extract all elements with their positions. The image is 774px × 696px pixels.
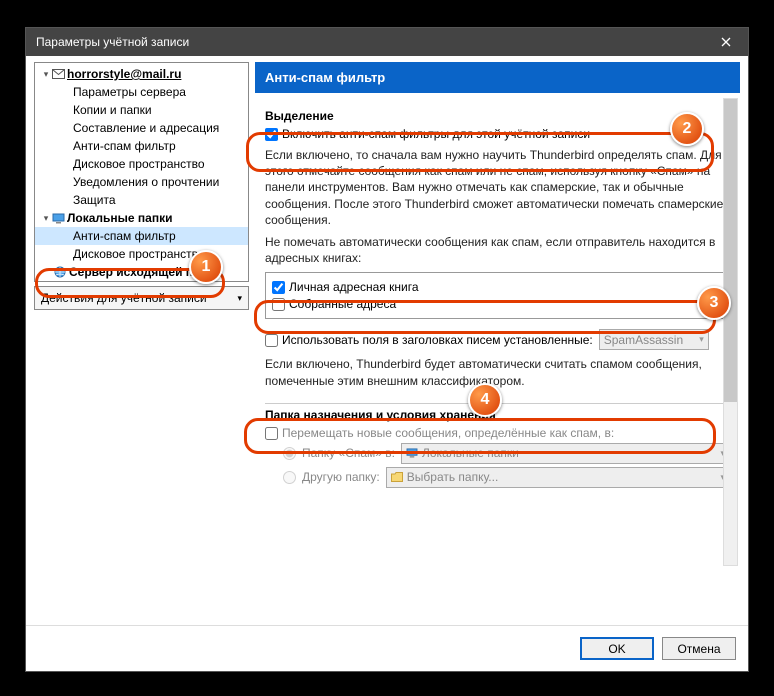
- dialog-footer: OK Отмена: [26, 625, 748, 671]
- scrollbar-thumb[interactable]: [724, 99, 737, 402]
- tree-label: Сервер исходящей поч...: [69, 265, 217, 279]
- chevron-down-icon: ▾: [41, 213, 51, 224]
- tree-label: Локальные папки: [67, 211, 173, 225]
- tree-item-junk-1[interactable]: Анти-спам фильтр: [35, 137, 248, 155]
- move-junk-row[interactable]: Перемещать новые сообщения, определённые…: [265, 426, 730, 440]
- ab-collected-label: Собранные адреса: [289, 297, 396, 311]
- ab-personal-label: Личная адресная книга: [289, 280, 419, 294]
- tree-item-copies[interactable]: Копии и папки: [35, 101, 248, 119]
- tree-item-security[interactable]: Защита: [35, 191, 248, 209]
- cancel-button[interactable]: Отмена: [662, 637, 736, 660]
- move-junk-checkbox[interactable]: [265, 427, 278, 440]
- header-fields-description: Если включено, Thunderbird будет автомат…: [265, 356, 730, 388]
- panel-header: Анти-спам фильтр: [255, 62, 740, 93]
- enable-junk-checkbox-row[interactable]: Включить анти-спам фильтры для этой учёт…: [265, 127, 730, 141]
- account-actions-button[interactable]: Действия для учётной записи ▾: [34, 286, 249, 310]
- main-panel: Анти-спам фильтр Выделение Включить анти…: [255, 62, 740, 616]
- account-actions-label: Действия для учётной записи: [41, 291, 207, 305]
- header-fields-checkbox[interactable]: [265, 334, 278, 347]
- chevron-down-icon: ▾: [41, 69, 51, 80]
- tree-item-disk-1[interactable]: Дисковое пространство: [35, 155, 248, 173]
- header-fields-label: Использовать поля в заголовках писем уст…: [282, 333, 593, 347]
- move-spam-account-select[interactable]: Локальные папки ▾: [401, 443, 730, 464]
- window-title: Параметры учётной записи: [36, 35, 189, 49]
- tree-item-server-settings[interactable]: Параметры сервера: [35, 83, 248, 101]
- close-icon: [721, 37, 731, 47]
- move-spam-label: Папку «Спам» в:: [302, 446, 395, 460]
- move-other-folder-select[interactable]: Выбрать папку... ▾: [386, 467, 730, 488]
- section-destination-title: Папка назначения и условия хранения: [265, 403, 730, 422]
- envelope-icon: [51, 69, 65, 79]
- enable-junk-label: Включить анти-спам фильтры для этой учёт…: [282, 127, 590, 141]
- addressbook-description: Не помечать автоматически сообщения как …: [265, 234, 730, 266]
- content-area: ▾ horrorstyle@mail.ru Параметры сервера …: [26, 56, 748, 616]
- vertical-scrollbar[interactable]: [723, 98, 738, 566]
- chevron-down-icon: ▾: [699, 334, 704, 345]
- tree-item-disk-2[interactable]: Дисковое пространство: [35, 245, 248, 263]
- tree-account-mail[interactable]: ▾ horrorstyle@mail.ru: [35, 65, 248, 83]
- move-other-radio[interactable]: [283, 471, 296, 484]
- computer-icon: [51, 213, 65, 224]
- tree-item-junk-2[interactable]: Анти-спам фильтр: [35, 227, 248, 245]
- move-to-other-folder-row: Другую папку: Выбрать папку... ▾: [283, 467, 730, 488]
- titlebar: Параметры учётной записи: [26, 28, 748, 56]
- ab-personal-checkbox[interactable]: [272, 281, 285, 294]
- move-other-label: Другую папку:: [302, 470, 380, 484]
- header-fields-row: Использовать поля в заголовках писем уст…: [265, 329, 730, 350]
- ab-personal-row[interactable]: Личная адресная книга: [272, 280, 723, 294]
- tree-local-folders[interactable]: ▾ Локальные папки: [35, 209, 248, 227]
- tree-smtp[interactable]: Сервер исходящей поч...: [35, 263, 248, 281]
- move-junk-label: Перемещать новые сообщения, определённые…: [282, 426, 614, 440]
- account-settings-window: Параметры учётной записи ▾ horrorstyle@m…: [25, 27, 749, 672]
- globe-icon: [53, 266, 67, 278]
- section-selection-title: Выделение: [265, 109, 730, 123]
- tree-label: horrorstyle@mail.ru: [67, 67, 181, 81]
- enable-junk-checkbox[interactable]: [265, 128, 278, 141]
- move-to-spam-folder-row: Папку «Спам» в: Локальные папки ▾: [283, 443, 730, 464]
- chevron-down-icon: ▾: [237, 293, 242, 304]
- computer-icon: [406, 448, 418, 458]
- close-button[interactable]: [704, 28, 748, 56]
- tree-item-composition[interactable]: Составление и адресация: [35, 119, 248, 137]
- enable-junk-description: Если включено, то сначала вам нужно науч…: [265, 147, 730, 228]
- header-classifier-select[interactable]: SpamAssassin ▾: [599, 329, 709, 350]
- tree-item-receipts[interactable]: Уведомления о прочтении: [35, 173, 248, 191]
- ab-collected-checkbox[interactable]: [272, 298, 285, 311]
- header-fields-checkbox-row[interactable]: Использовать поля в заголовках писем уст…: [265, 333, 593, 347]
- sidebar-container: ▾ horrorstyle@mail.ru Параметры сервера …: [26, 56, 252, 616]
- ab-collected-row[interactable]: Собранные адреса: [272, 297, 723, 311]
- ok-button[interactable]: OK: [580, 637, 654, 660]
- addressbook-list: Личная адресная книга Собранные адреса: [265, 272, 730, 319]
- account-tree[interactable]: ▾ horrorstyle@mail.ru Параметры сервера …: [34, 62, 249, 282]
- panel-body: Выделение Включить анти-спам фильтры для…: [255, 93, 740, 613]
- move-spam-radio[interactable]: [283, 447, 296, 460]
- folder-icon: [391, 472, 403, 482]
